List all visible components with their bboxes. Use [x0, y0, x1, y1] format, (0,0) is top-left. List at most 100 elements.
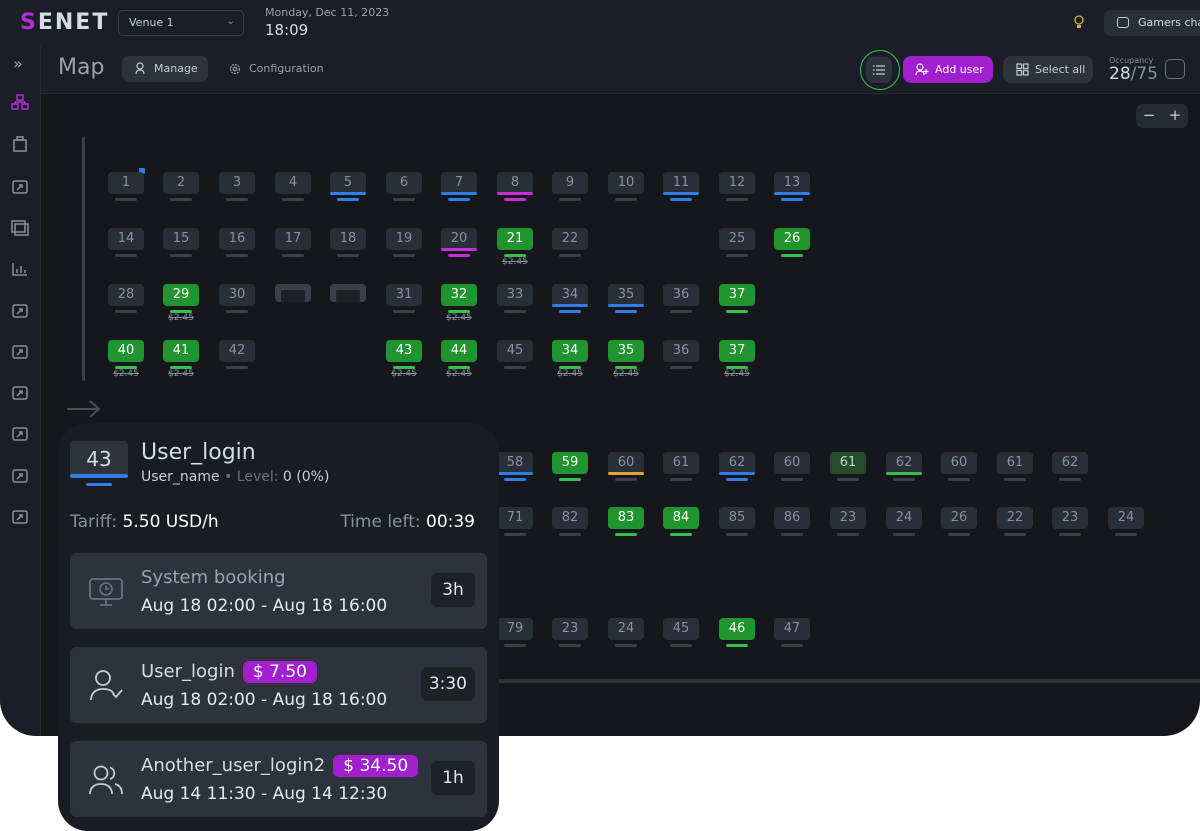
- seat[interactable]: 82: [552, 507, 588, 536]
- seat[interactable]: 26: [941, 507, 977, 536]
- seat[interactable]: 36: [663, 284, 699, 313]
- seat[interactable]: 33: [497, 284, 533, 313]
- seat[interactable]: 41 $2.45: [163, 340, 199, 379]
- seat[interactable]: 28: [108, 284, 144, 313]
- seat[interactable]: 40 $2.45: [108, 340, 144, 379]
- seat[interactable]: 10: [608, 172, 644, 201]
- seat[interactable]: 5: [330, 172, 366, 201]
- sidebar-item-link-2[interactable]: [11, 344, 29, 360]
- seat[interactable]: 21 $2.45: [497, 228, 533, 267]
- sofa-seat[interactable]: [275, 284, 311, 302]
- seat[interactable]: 61: [663, 452, 699, 481]
- seat[interactable]: 1: [108, 172, 144, 201]
- venue-select[interactable]: Venue 1 ⌄: [118, 10, 244, 36]
- seat[interactable]: 23: [830, 507, 866, 536]
- seat[interactable]: 24: [886, 507, 922, 536]
- sidebar-item-cashbox[interactable]: [11, 136, 29, 152]
- seat[interactable]: 42: [219, 340, 255, 369]
- seat[interactable]: 23: [1052, 507, 1088, 536]
- lightbulb-icon[interactable]: [1073, 15, 1085, 29]
- seat[interactable]: 45: [497, 340, 533, 369]
- seat[interactable]: 71: [497, 507, 533, 536]
- seat[interactable]: 58: [497, 452, 533, 481]
- seat[interactable]: 47: [774, 618, 810, 647]
- sidebar-item-windows[interactable]: [11, 220, 29, 236]
- booking-card[interactable]: User_login $ 7.50 Aug 18 02:00 - Aug 18 1…: [70, 647, 487, 723]
- seat[interactable]: 44 $2.45: [441, 340, 477, 379]
- seat[interactable]: 18: [330, 228, 366, 257]
- seat[interactable]: 7: [441, 172, 477, 201]
- seat[interactable]: 14: [108, 228, 144, 257]
- seat[interactable]: 9: [552, 172, 588, 201]
- sidebar-item-link-1[interactable]: [11, 303, 29, 319]
- sidebar-item-reports[interactable]: [11, 179, 29, 195]
- sidebar-item-link-3[interactable]: [11, 385, 29, 401]
- seat[interactable]: 84: [663, 507, 699, 536]
- zoom-out-button[interactable]: −: [1136, 106, 1162, 124]
- booking-card[interactable]: Another_user_login2 $ 34.50 Aug 14 11:30 …: [70, 741, 487, 817]
- sidebar-item-map[interactable]: [11, 94, 29, 110]
- expand-icon[interactable]: [1165, 59, 1185, 79]
- seat[interactable]: 24: [1108, 507, 1144, 536]
- seat[interactable]: 29 $2.45: [163, 284, 199, 323]
- seat[interactable]: 35: [608, 284, 644, 313]
- seat[interactable]: 60: [774, 452, 810, 481]
- seat[interactable]: 34 $2.45: [552, 340, 588, 379]
- tab-manage[interactable]: Manage: [122, 56, 208, 82]
- seat[interactable]: 13: [774, 172, 810, 201]
- seat[interactable]: 60: [941, 452, 977, 481]
- seat[interactable]: 59: [552, 452, 588, 481]
- seat[interactable]: 36: [663, 340, 699, 369]
- seat[interactable]: 45: [663, 618, 699, 647]
- sidebar-item-analytics[interactable]: [11, 261, 29, 277]
- sidebar-item-link-5[interactable]: [11, 468, 29, 484]
- seat[interactable]: 23: [552, 618, 588, 647]
- seat[interactable]: 20: [441, 228, 477, 257]
- seat[interactable]: 32 $2.45: [441, 284, 477, 323]
- booking-card[interactable]: System booking Aug 18 02:00 - Aug 18 16:…: [70, 553, 487, 629]
- seat[interactable]: 24: [608, 618, 644, 647]
- gamers-chat-button[interactable]: Gamers chat: [1104, 10, 1200, 36]
- seat[interactable]: 19: [386, 228, 422, 257]
- seat[interactable]: 83: [608, 507, 644, 536]
- seat[interactable]: 37: [719, 284, 755, 313]
- seat[interactable]: 35 $2.45: [608, 340, 644, 379]
- tab-configuration[interactable]: Configuration: [229, 56, 324, 82]
- seat[interactable]: 43 $2.45: [386, 340, 422, 379]
- seat[interactable]: 25: [719, 228, 755, 257]
- seat[interactable]: 62: [886, 452, 922, 481]
- seat[interactable]: 30: [219, 284, 255, 313]
- seat[interactable]: 16: [219, 228, 255, 257]
- seat[interactable]: 17: [275, 228, 311, 257]
- seat[interactable]: 46: [719, 618, 755, 647]
- seat[interactable]: 12: [719, 172, 755, 201]
- sidebar-item-link-4[interactable]: [11, 426, 29, 442]
- seat[interactable]: 62: [719, 452, 755, 481]
- seat[interactable]: 61: [997, 452, 1033, 481]
- seat[interactable]: 22: [997, 507, 1033, 536]
- seat[interactable]: 86: [774, 507, 810, 536]
- seat[interactable]: 4: [275, 172, 311, 201]
- seat[interactable]: 15: [163, 228, 199, 257]
- seat[interactable]: 22: [552, 228, 588, 257]
- seat[interactable]: 60: [608, 452, 644, 481]
- add-user-button[interactable]: Add user: [903, 56, 993, 83]
- seat[interactable]: 85: [719, 507, 755, 536]
- seat[interactable]: 11: [663, 172, 699, 201]
- select-all-button[interactable]: Select all: [1003, 56, 1093, 83]
- sofa-seat[interactable]: [330, 284, 366, 302]
- seat[interactable]: 2: [163, 172, 199, 201]
- seat[interactable]: 61: [830, 452, 866, 481]
- zoom-in-button[interactable]: +: [1162, 106, 1188, 124]
- seat[interactable]: 31: [386, 284, 422, 313]
- seat[interactable]: 26: [774, 228, 810, 257]
- seat[interactable]: 8: [497, 172, 533, 201]
- seat[interactable]: 6: [386, 172, 422, 201]
- sidebar-expand-icon[interactable]: »: [13, 54, 23, 73]
- seat[interactable]: 62: [1052, 452, 1088, 481]
- seat[interactable]: 3: [219, 172, 255, 201]
- seat[interactable]: 37 $2.45: [719, 340, 755, 379]
- seat[interactable]: 79: [497, 618, 533, 647]
- sidebar-item-link-6[interactable]: [11, 509, 29, 525]
- seat[interactable]: 34: [552, 284, 588, 313]
